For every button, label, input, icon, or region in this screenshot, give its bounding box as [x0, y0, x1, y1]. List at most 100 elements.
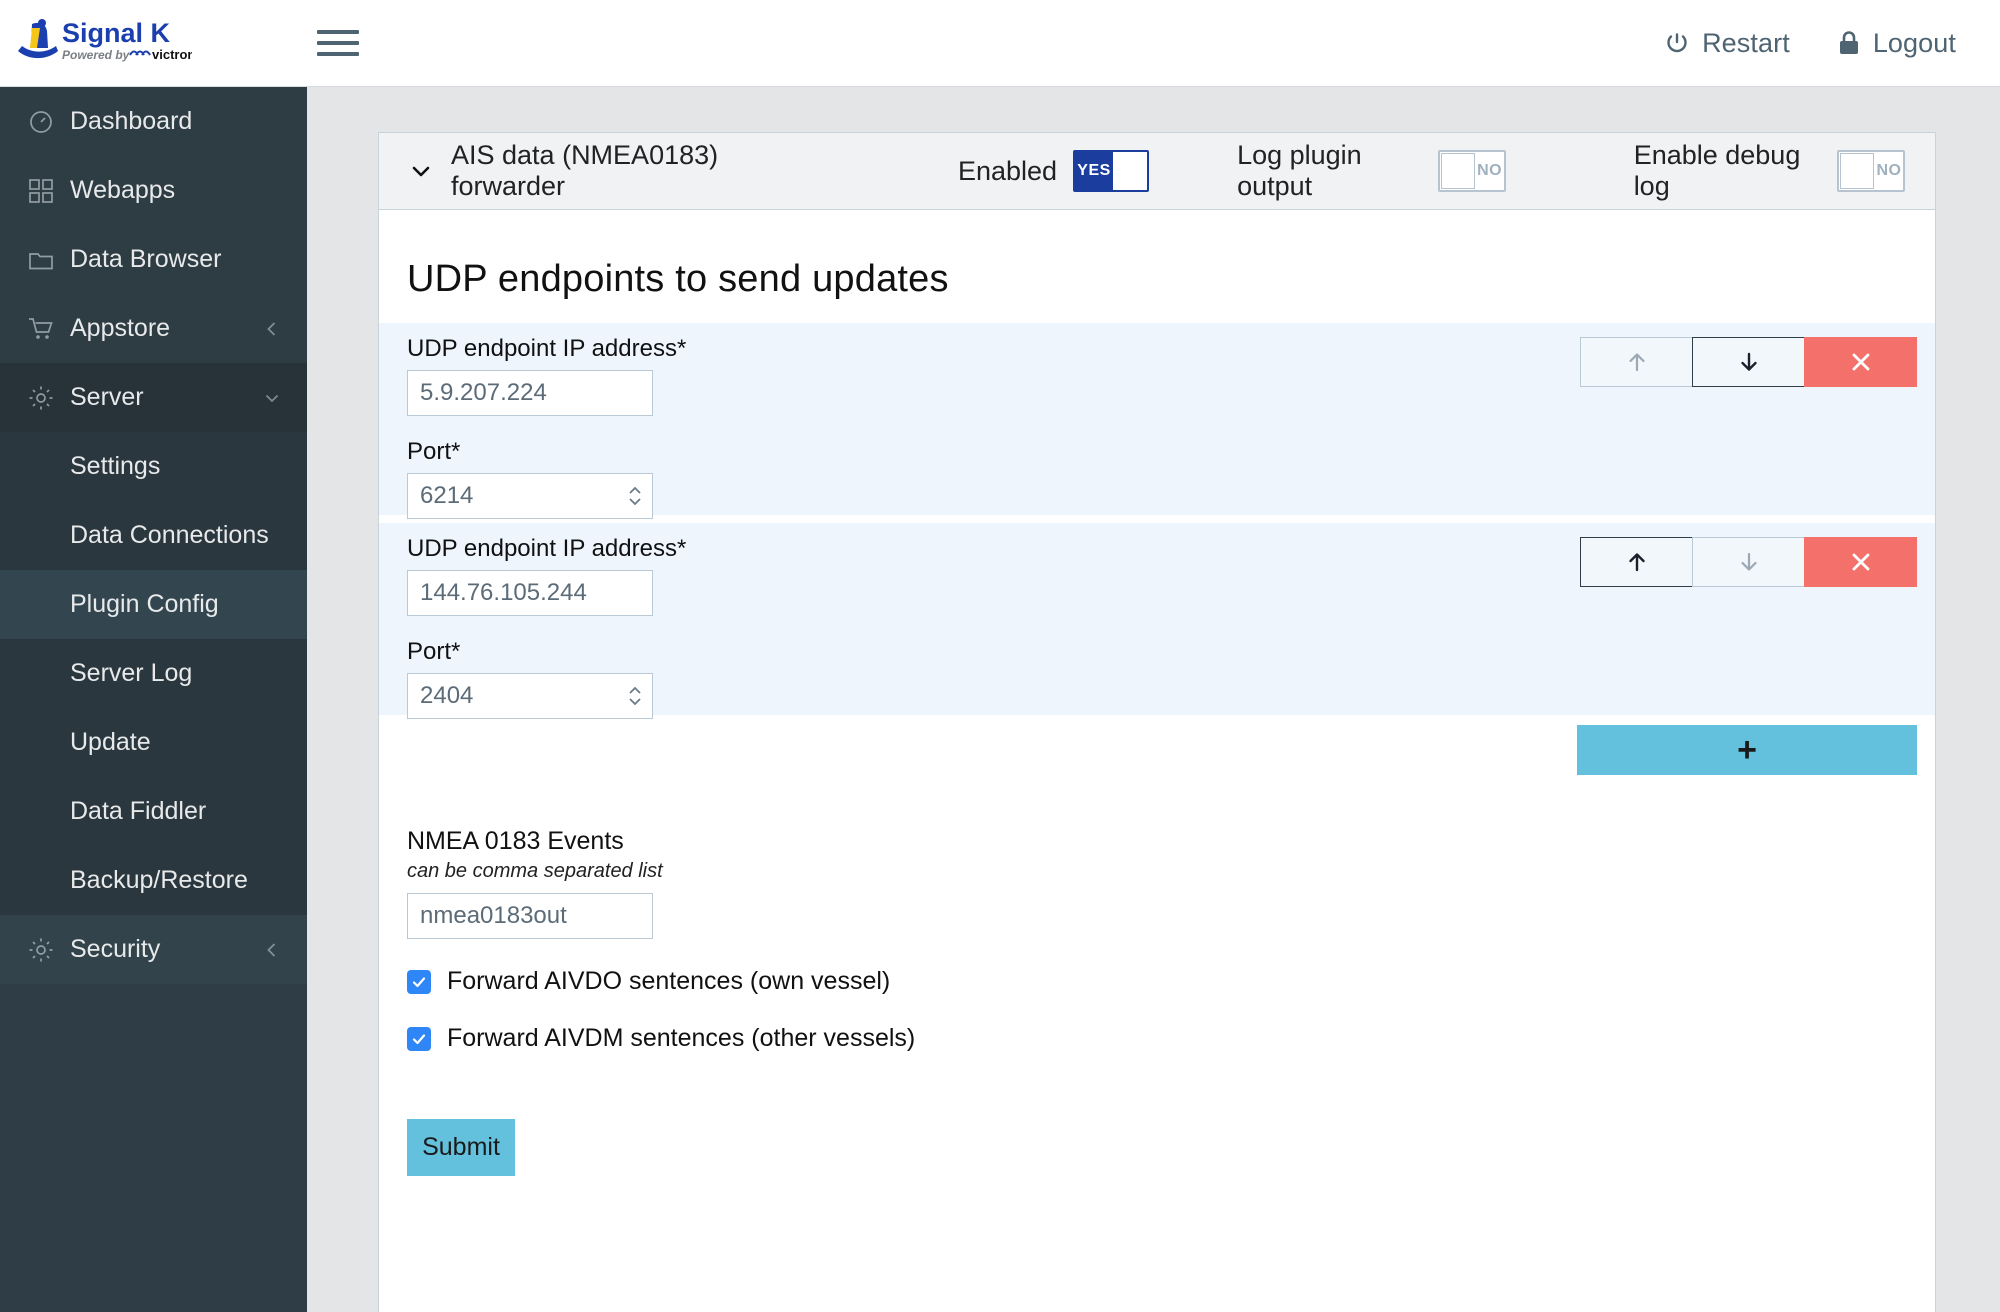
- add-endpoint-button[interactable]: +: [1577, 725, 1917, 775]
- sidebar-item-plugin-config[interactable]: Plugin Config: [0, 570, 307, 639]
- sidebar-item-update[interactable]: Update: [0, 708, 307, 777]
- port-label: Port*: [407, 638, 461, 665]
- debug-log-group: Enable debug log NO: [1634, 140, 1905, 202]
- plugin-config-card: AIS data (NMEA0183) forwarder Enabled YE…: [378, 132, 1936, 1312]
- port-input[interactable]: 2404: [407, 673, 653, 719]
- top-bar: Signal K Powered by victron energy Resta…: [0, 0, 2000, 87]
- debug-log-toggle-value: NO: [1876, 162, 1902, 179]
- chevron-left-icon: [263, 320, 281, 338]
- lock-icon: [1839, 31, 1858, 54]
- nmea-events-hint: can be comma separated list: [407, 860, 663, 882]
- log-output-group: Log plugin output NO: [1237, 140, 1506, 202]
- checkbox-checked-icon[interactable]: [407, 969, 431, 994]
- folder-icon: [28, 247, 66, 273]
- row-actions: [1580, 337, 1917, 387]
- signalk-logo-icon: Signal K Powered by victron energy: [18, 18, 192, 62]
- main-content: AIS data (NMEA0183) forwarder Enabled YE…: [307, 87, 2000, 1312]
- sidebar-item-webapps[interactable]: Webapps: [0, 156, 307, 225]
- svg-text:Powered by: Powered by: [62, 48, 131, 62]
- plus-icon: +: [1737, 731, 1757, 769]
- svg-text:Signal K: Signal K: [62, 18, 171, 48]
- sidebar-item-label: Settings: [70, 452, 161, 480]
- sidebar-item-security[interactable]: Security: [0, 915, 307, 984]
- sidebar-item-label: Update: [70, 728, 151, 756]
- plugin-title: AIS data (NMEA0183) forwarder: [451, 140, 719, 201]
- svg-text:victron energy: victron energy: [152, 47, 192, 62]
- sidebar-item-data-connections[interactable]: Data Connections: [0, 501, 307, 570]
- restart-label: Restart: [1702, 27, 1790, 58]
- toggle-knob: [1113, 152, 1148, 190]
- submit-button[interactable]: Submit: [407, 1119, 515, 1176]
- add-bar: +: [379, 725, 1935, 785]
- ip-address-input[interactable]: 144.76.105.244: [407, 570, 653, 616]
- move-up-button[interactable]: [1580, 337, 1693, 387]
- sidebar-item-label: Backup/Restore: [70, 866, 248, 894]
- move-up-button[interactable]: [1580, 537, 1693, 587]
- sidebar-item-data-browser[interactable]: Data Browser: [0, 225, 307, 294]
- move-down-button[interactable]: [1692, 537, 1805, 587]
- forward-aivdo-checkbox-row[interactable]: Forward AIVDO sentences (own vessel): [379, 967, 1935, 996]
- sidebar-item-backup-restore[interactable]: Backup/Restore: [0, 846, 307, 915]
- sidebar-item-settings[interactable]: Settings: [0, 432, 307, 501]
- port-input[interactable]: 6214: [407, 473, 653, 519]
- logout-button[interactable]: Logout: [1836, 28, 1956, 59]
- grid-icon: [28, 178, 66, 204]
- enabled-toggle[interactable]: YES: [1073, 150, 1150, 192]
- sidebar-item-label: Plugin Config: [70, 590, 219, 618]
- sidebar-item-dashboard[interactable]: Dashboard: [0, 87, 307, 156]
- sidebar-item-server[interactable]: Server: [0, 363, 307, 432]
- hamburger-icon[interactable]: [317, 23, 369, 63]
- number-spinner[interactable]: [626, 485, 644, 507]
- sidebar-item-appstore[interactable]: Appstore: [0, 294, 307, 363]
- topbar-actions: Restart Logout: [1663, 28, 2000, 59]
- port-input-value: 6214: [420, 482, 474, 509]
- sidebar-item-label: Server Log: [70, 659, 193, 687]
- sidebar-item-label: Data Browser: [70, 245, 222, 273]
- gauge-icon: [28, 109, 66, 135]
- plugin-header: AIS data (NMEA0183) forwarder Enabled YE…: [379, 133, 1935, 210]
- sidebar-item-label: Dashboard: [70, 107, 193, 135]
- sidebar-item-label: Security: [70, 935, 161, 963]
- move-down-button[interactable]: [1692, 337, 1805, 387]
- port-label: Port*: [407, 438, 461, 465]
- ip-address-input[interactable]: 5.9.207.224: [407, 370, 653, 416]
- nmea-events-label: NMEA 0183 Events: [407, 827, 624, 855]
- enabled-group: Enabled YES: [957, 150, 1150, 192]
- debug-log-toggle[interactable]: NO: [1836, 150, 1905, 192]
- sidebar-item-server-log[interactable]: Server Log: [0, 639, 307, 708]
- plugin-body: UDP endpoints to send updates UDP endpoi…: [379, 210, 1935, 1312]
- delete-endpoint-button[interactable]: [1804, 537, 1917, 587]
- sidebar-item-label: Appstore: [70, 314, 171, 342]
- brand-logo[interactable]: Signal K Powered by victron energy: [0, 0, 307, 86]
- sidebar: Dashboard Webapps Data Browser Appstore …: [0, 87, 307, 1312]
- sidebar-item-data-fiddler[interactable]: Data Fiddler: [0, 777, 307, 846]
- debug-log-label: Enable debug log: [1633, 140, 1801, 201]
- forward-aivdo-label: Forward AIVDO sentences (own vessel): [447, 967, 891, 995]
- chevron-left-icon: [263, 941, 281, 959]
- enabled-label: Enabled: [957, 155, 1058, 186]
- sidebar-item-label: Server: [70, 383, 144, 411]
- section-title: UDP endpoints to send updates: [407, 258, 949, 300]
- chevron-down-icon[interactable]: [409, 158, 433, 184]
- log-output-toggle-value: NO: [1477, 162, 1503, 179]
- log-output-label: Log plugin output: [1237, 140, 1362, 201]
- toggle-knob: [1839, 153, 1874, 189]
- toggle-knob: [1440, 153, 1475, 189]
- checkbox-checked-icon[interactable]: [407, 1026, 431, 1051]
- restart-button[interactable]: Restart: [1663, 28, 1790, 59]
- nmea-events-block: NMEA 0183 Events can be comma separated …: [379, 785, 1935, 939]
- forward-aivdm-label: Forward AIVDM sentences (other vessels): [447, 1024, 916, 1052]
- sidebar-item-label: Webapps: [70, 176, 176, 204]
- port-input-value: 2404: [420, 682, 474, 709]
- forward-aivdm-checkbox-row[interactable]: Forward AIVDM sentences (other vessels): [379, 1024, 1935, 1053]
- endpoint-row: UDP endpoint IP address* 144.76.105.244 …: [379, 523, 1935, 719]
- number-spinner[interactable]: [626, 685, 644, 707]
- endpoint-row: UDP endpoint IP address* 5.9.207.224 Por…: [379, 323, 1935, 519]
- logout-label: Logout: [1872, 27, 1956, 58]
- sidebar-item-label: Data Connections: [70, 521, 269, 549]
- gear-icon: [28, 385, 66, 411]
- log-output-toggle[interactable]: NO: [1437, 150, 1506, 192]
- delete-endpoint-button[interactable]: [1804, 337, 1917, 387]
- nmea-events-input[interactable]: nmea0183out: [407, 893, 653, 939]
- power-restart-icon: [1667, 33, 1687, 53]
